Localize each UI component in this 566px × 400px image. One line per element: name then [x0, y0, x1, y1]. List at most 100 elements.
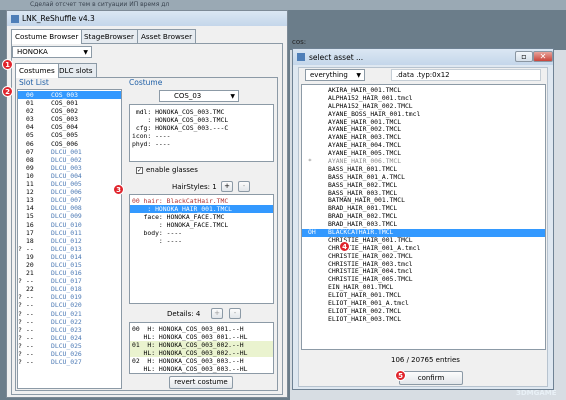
- hairstyle-line[interactable]: face: HONOKA_FACE.TMC: [130, 213, 273, 221]
- costume-select[interactable]: COS_03 ▼: [159, 90, 239, 102]
- slot-name: DLCU_024: [51, 333, 82, 342]
- slot-row[interactable]: 18 DLCU_012: [18, 237, 121, 245]
- hairstyle-line[interactable]: : HONOKA_HAIR_001.TMCL: [130, 205, 273, 214]
- slot-number: --: [26, 341, 34, 350]
- confirm-button[interactable]: confirm: [399, 371, 463, 385]
- remove-hairstyle-button[interactable]: -: [238, 181, 250, 192]
- slot-number: --: [26, 301, 34, 310]
- remove-detail-button[interactable]: -: [229, 308, 241, 319]
- detail-line[interactable]: HL: HONOKA_COS_003_002.--HL: [130, 349, 273, 358]
- asset-filter-select[interactable]: everything ▼: [305, 69, 365, 81]
- asset-name: ELIOT_HAIR_001.TMCL: [328, 291, 402, 300]
- slot-row[interactable]: ? -- DLCU_019: [18, 293, 121, 301]
- character-select[interactable]: HONOKA ▼: [12, 46, 92, 58]
- asset-name: AKIRA_HAIR_001.TMCL: [328, 86, 402, 94]
- asset-filter-value: everything: [310, 71, 348, 79]
- slot-row[interactable]: 08 DLCU_002: [18, 156, 121, 164]
- slot-row[interactable]: ? -- DLCU_023: [18, 326, 121, 334]
- app-icon: [11, 14, 19, 23]
- tab-stage-browser[interactable]: StageBrowser: [80, 29, 138, 43]
- slot-row[interactable]: 11 DLCU_005: [18, 180, 121, 188]
- slot-row[interactable]: 16 DLCU_010: [18, 221, 121, 229]
- slot-list[interactable]: 00 COS_003 01 COS_001 02 COS_002 03 COS_003 04 CO…: [17, 89, 122, 389]
- revert-costume-button[interactable]: revert costume: [169, 376, 233, 389]
- main-tab-bar: Costume Browser StageBrowser Asset Brows…: [11, 29, 283, 44]
- slot-row[interactable]: ? -- DLCU_017: [18, 277, 121, 285]
- asset-row[interactable]: ELIOT_HAIR_003.TMCL: [302, 315, 545, 324]
- slot-row[interactable]: 10 DLCU_004: [18, 172, 121, 180]
- add-detail-button[interactable]: +: [211, 308, 223, 319]
- detail-line[interactable]: HL: HONOKA_COS_003_003.--HL: [130, 365, 273, 373]
- tab-asset-browser[interactable]: Asset Browser: [137, 29, 197, 43]
- slot-row[interactable]: ? -- DLCU_024: [18, 334, 121, 342]
- slot-row[interactable]: 05 COS_005: [18, 131, 121, 139]
- slot-row[interactable]: 00 COS_003: [18, 91, 121, 100]
- slot-row[interactable]: 20 DLCU_015: [18, 261, 121, 269]
- slot-row[interactable]: 09 DLCU_003: [18, 164, 121, 172]
- slot-row[interactable]: 07 DLCU_001: [18, 148, 121, 156]
- slot-row[interactable]: 06 COS_006: [18, 140, 121, 148]
- slot-row[interactable]: 17 DLCU_011: [18, 229, 121, 237]
- detail-line[interactable]: 02 H: HONOKA_COS_003_003.--H: [130, 357, 273, 365]
- dialog-minimize-button[interactable]: ▫: [515, 51, 533, 62]
- hairstyle-line[interactable]: : HONOKA_FACE.TMCL: [130, 221, 273, 229]
- detail-line[interactable]: 00 H: HONOKA_COS_003_001.--H: [130, 325, 273, 333]
- slot-row[interactable]: ? -- DLCU_026: [18, 350, 121, 358]
- dialog-close-button[interactable]: ✕: [533, 51, 553, 62]
- slot-number: 16: [26, 220, 34, 229]
- slot-number: 10: [26, 171, 34, 180]
- slot-row[interactable]: ? -- DLCU_013: [18, 245, 121, 253]
- slot-number: 03: [26, 115, 34, 124]
- slot-row[interactable]: 01 COS_001: [18, 99, 121, 107]
- costume-select-value: COS_03: [174, 92, 202, 100]
- slot-row[interactable]: 19 DLCU_014: [18, 253, 121, 261]
- hairstyle-line[interactable]: 00 hair: BlackCatHair.TMC: [130, 197, 273, 205]
- slot-row[interactable]: 21 DLCU_016: [18, 269, 121, 277]
- hairstyle-list[interactable]: 00 hair: BlackCatHair.TMC : HONOKA_HAIR_…: [129, 194, 274, 304]
- slot-row[interactable]: 15 DLCU_009: [18, 212, 121, 220]
- asset-name: BRAD_HAIR_002.TMCL: [328, 212, 398, 221]
- slot-row[interactable]: 14 DLCU_008: [18, 204, 121, 212]
- asset-search-input[interactable]: .data .typ:0x12: [391, 69, 541, 81]
- hairstyle-line[interactable]: body: ----: [130, 229, 273, 237]
- slot-number: 09: [26, 163, 34, 172]
- asset-name: AYANE_HAIR_002.TMCL: [328, 125, 402, 134]
- slot-number: --: [26, 317, 34, 326]
- asset-name: ALPHA152_HAIR_001.tmcl: [328, 93, 413, 102]
- watermark: 3DMGAME: [516, 389, 557, 397]
- slot-row[interactable]: ? -- DLCU_021: [18, 310, 121, 318]
- detail-line[interactable]: 01 H: HONOKA_COS_003_002.--H: [130, 341, 273, 350]
- asset-name: ELIOT_HAIR_002.TMCL: [328, 306, 402, 315]
- slot-row[interactable]: 03 COS_003: [18, 115, 121, 123]
- detail-rows: 00 H: HONOKA_COS_003_001.--H HL: HONOKA_…: [130, 325, 273, 373]
- details-list[interactable]: 00 H: HONOKA_COS_003_001.--H HL: HONOKA_…: [129, 322, 274, 374]
- step-badge-1: 1: [2, 59, 13, 70]
- slot-name: DLCU_016: [51, 269, 82, 278]
- tab-dlc-slots[interactable]: DLC slots: [55, 63, 97, 77]
- enable-glasses-label: enable glasses: [146, 166, 198, 174]
- slot-number: 14: [26, 204, 34, 213]
- slot-row[interactable]: ? -- DLCU_022: [18, 318, 121, 326]
- slot-row[interactable]: 12 DLCU_006: [18, 188, 121, 196]
- detail-line[interactable]: HL: HONOKA_COS_003_001.--HL: [130, 333, 273, 341]
- hairstyle-line[interactable]: : ----: [130, 237, 273, 245]
- asset-name: CHRISTIE_HAIR_004.tmcl: [328, 267, 413, 276]
- slot-name: DLCU_002: [51, 155, 82, 164]
- costume-info-rows: mdl: HONOKA_COS_003.TMC : HONOKA_COS_003…: [132, 108, 271, 148]
- enable-glasses-checkbox[interactable]: ✓: [136, 166, 143, 174]
- asset-list[interactable]: AKIRA_HAIR_001.TMCL ALPHA152_HAIR_001.tmc…: [301, 84, 546, 350]
- slot-row[interactable]: 02 COS_002: [18, 107, 121, 115]
- slot-row[interactable]: ? -- DLCU_025: [18, 342, 121, 350]
- add-hairstyle-button[interactable]: +: [221, 181, 233, 192]
- tab-costume-browser[interactable]: Costume Browser: [11, 29, 83, 44]
- slot-row[interactable]: 13 DLCU_007: [18, 196, 121, 204]
- asset-name: CHRISTIE_HAIR_005.TMCL: [328, 275, 413, 284]
- slot-row[interactable]: ? -- DLCU_020: [18, 301, 121, 309]
- costume-info-line: phyd: ----: [132, 140, 171, 149]
- slot-row[interactable]: 22 DLCU_018: [18, 285, 121, 293]
- slot-row[interactable]: 04 COS_004: [18, 123, 121, 131]
- slot-name: DLCU_005: [51, 180, 82, 189]
- slot-row[interactable]: ? -- DLCU_027: [18, 358, 121, 366]
- tab-costumes[interactable]: Costumes: [15, 63, 59, 78]
- asset-rows: AKIRA_HAIR_001.TMCL ALPHA152_HAIR_001.tmc…: [302, 86, 545, 324]
